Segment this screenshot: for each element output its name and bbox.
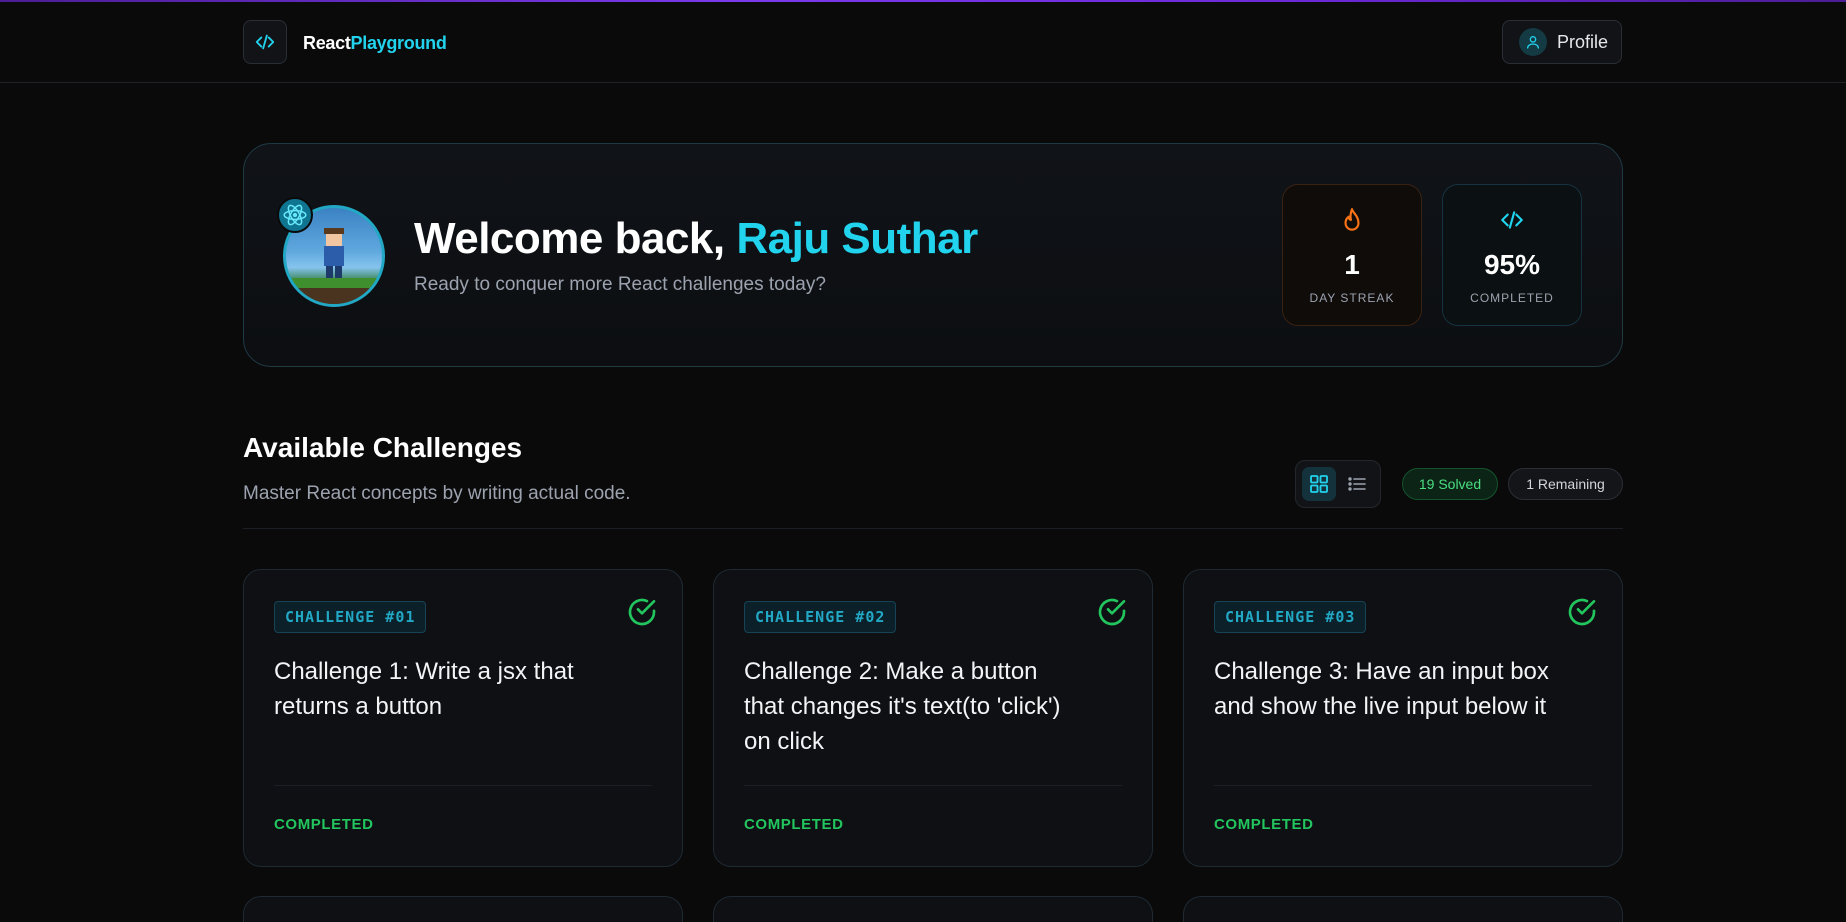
section-divider (243, 528, 1623, 529)
solved-badge: 19 Solved (1402, 468, 1498, 500)
logo-wordmark[interactable]: ReactPlayground (303, 33, 447, 54)
challenge-status: COMPLETED (744, 816, 844, 833)
remaining-badge: 1 Remaining (1508, 468, 1623, 500)
check-circle-icon (1566, 596, 1598, 633)
profile-button[interactable]: Profile (1502, 20, 1622, 64)
card-divider (1214, 785, 1592, 786)
streak-value: 1 (1344, 249, 1360, 280)
react-logo-icon (277, 197, 313, 233)
challenge-status: COMPLETED (274, 816, 374, 833)
challenge-title: Challenge 1: Write a jsx that returns a … (274, 658, 574, 720)
logo-text-react: React (303, 33, 351, 53)
streak-stat-card: 1 DAY STREAK (1282, 184, 1422, 326)
challenge-card-partial[interactable] (1183, 896, 1623, 922)
challenge-card[interactable]: CHALLENGE #03 Challenge 3: Have an input… (1183, 569, 1623, 867)
challenge-card-partial[interactable] (713, 896, 1153, 922)
grid-view-icon[interactable] (1302, 467, 1336, 501)
user-name: Raju Suthar (736, 214, 978, 263)
card-divider (274, 785, 652, 786)
completion-stat-card: 95% COMPLETED (1442, 184, 1582, 326)
challenge-tag: CHALLENGE #01 (274, 601, 427, 633)
user-icon (1519, 28, 1547, 56)
completed-value: 95% (1483, 249, 1541, 280)
challenge-tag: CHALLENGE #02 (744, 601, 897, 633)
challenge-card-partial[interactable] (243, 896, 683, 922)
challenge-title: Challenge 3: Have an input box and show … (1214, 658, 1549, 720)
challenge-card[interactable]: CHALLENGE #02 Challenge 2: Make a button… (713, 569, 1153, 867)
logo-text-playground: Playground (350, 33, 447, 53)
section-title: Available Challenges (243, 432, 523, 463)
challenge-status: COMPLETED (1214, 816, 1314, 833)
logo-icon[interactable] (243, 20, 287, 64)
check-circle-icon (626, 596, 658, 633)
profile-label: Profile (1557, 31, 1609, 52)
challenge-title: Challenge 2: Make a button that changes … (744, 658, 1061, 755)
check-circle-icon (1096, 596, 1128, 633)
welcome-heading: Welcome back, Raju Suthar (414, 214, 978, 264)
welcome-prefix: Welcome back, (414, 214, 725, 263)
view-toggle (1295, 460, 1381, 508)
card-divider (744, 785, 1122, 786)
navbar: ReactPlayground Profile (0, 2, 1846, 83)
flame-icon (1283, 207, 1421, 235)
completed-label: COMPLETED (1470, 291, 1554, 305)
code-icon (1443, 207, 1581, 233)
challenge-tag: CHALLENGE #03 (1214, 601, 1367, 633)
list-view-icon[interactable] (1340, 467, 1374, 501)
challenge-card[interactable]: CHALLENGE #01 Challenge 1: Write a jsx t… (243, 569, 683, 867)
streak-label: DAY STREAK (1309, 291, 1395, 305)
section-subtitle: Master React concepts by writing actual … (243, 483, 631, 504)
welcome-subtitle: Ready to conquer more React challenges t… (414, 274, 826, 295)
